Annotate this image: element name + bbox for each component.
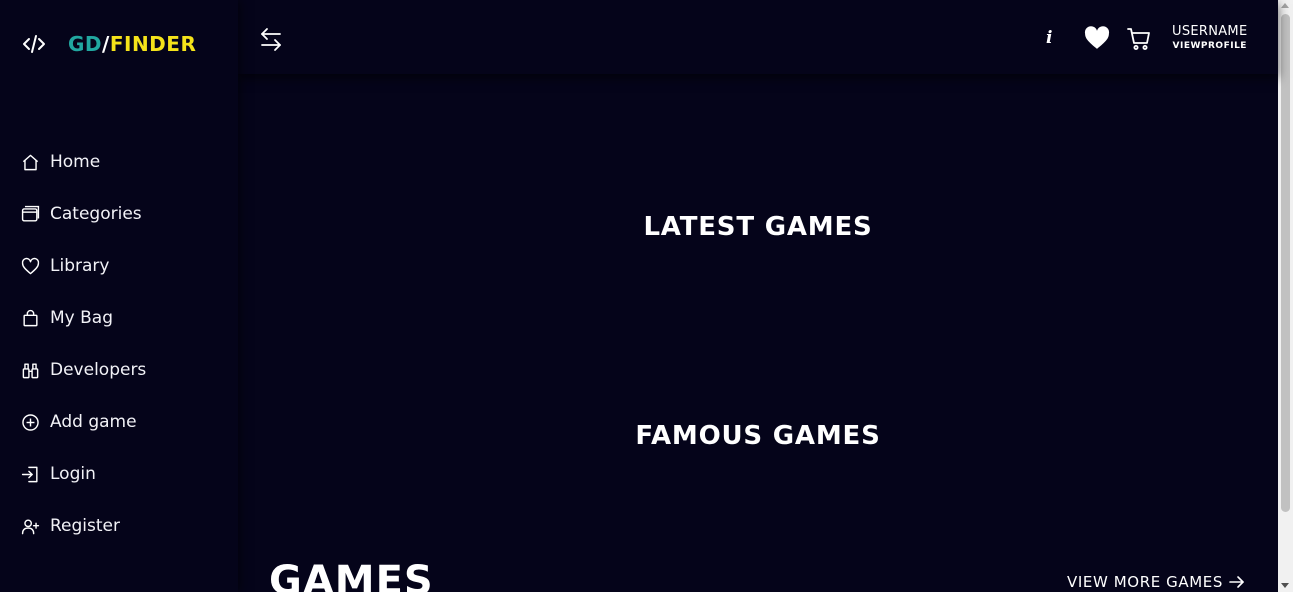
arrow-right-icon	[1229, 576, 1244, 588]
latest-games-title: LATEST GAMES	[643, 212, 873, 242]
scroll-up-arrow-icon[interactable]	[1281, 3, 1289, 8]
user-profile-link[interactable]: USERNAME VIEWPROFILE	[1172, 24, 1247, 51]
view-more-label: VIEW MORE GAMES	[1067, 573, 1224, 591]
sidebar-item-library[interactable]: Library	[20, 240, 146, 292]
heart-outline-icon	[20, 256, 40, 276]
sidebar-item-categories[interactable]: Categories	[20, 188, 146, 240]
games-title: GAMES	[269, 558, 434, 592]
sidebar-item-login[interactable]: Login	[20, 448, 146, 500]
bag-icon	[20, 308, 40, 328]
arrows-left-right-icon[interactable]	[258, 26, 284, 52]
brand-finder: FINDER	[109, 32, 197, 56]
sidebar-item-label: My Bag	[50, 308, 114, 328]
brand-name: GD/FINDER	[68, 32, 196, 56]
categories-icon	[20, 204, 40, 224]
sidebar-item-label: Library	[50, 256, 110, 276]
code-icon	[22, 31, 48, 57]
binoculars-icon	[20, 360, 40, 380]
username: USERNAME	[1172, 24, 1248, 39]
brand-gd: GD	[68, 32, 103, 56]
scrollbar-thumb[interactable]	[1281, 14, 1290, 512]
view-more-games-link[interactable]: VIEW MORE GAMES	[1067, 573, 1245, 591]
sidebar-item-label: Categories	[50, 204, 142, 224]
sidebar-item-home[interactable]: Home	[20, 136, 146, 188]
user-plus-icon	[20, 516, 40, 536]
sidebar-item-label: Add game	[50, 412, 137, 432]
brand[interactable]: GD/FINDER	[22, 30, 196, 58]
sidebar-item-label: Developers	[50, 360, 147, 380]
sidebar-item-label: Register	[50, 516, 120, 536]
login-icon	[20, 464, 40, 484]
view-profile-link[interactable]: VIEWPROFILE	[1172, 41, 1247, 51]
sidebar-item-label: Login	[50, 464, 96, 484]
plus-circle-icon	[20, 412, 40, 432]
home-icon	[20, 152, 40, 172]
sidebar-nav: Home Categories Library My Bag Developer…	[20, 136, 146, 552]
famous-games-title: FAMOUS GAMES	[635, 421, 881, 451]
sidebar: GD/FINDER Home Categories Library My Bag…	[0, 0, 238, 592]
sidebar-item-label: Home	[50, 152, 101, 172]
heart-icon[interactable]	[1084, 26, 1110, 50]
sidebar-item-developers[interactable]: Developers	[20, 344, 146, 396]
sidebar-item-register[interactable]: Register	[20, 500, 146, 552]
cart-icon[interactable]	[1127, 27, 1151, 51]
topbar: i USERNAME VIEWPROFILE	[238, 0, 1278, 74]
info-icon[interactable]: i	[1046, 28, 1052, 48]
scroll-down-arrow-icon[interactable]	[1281, 583, 1289, 588]
sidebar-item-add-game[interactable]: Add game	[20, 396, 146, 448]
sidebar-item-my-bag[interactable]: My Bag	[20, 292, 146, 344]
brand-slash: /	[102, 32, 110, 56]
vertical-scrollbar[interactable]	[1278, 0, 1293, 592]
main-content: LATEST GAMES FAMOUS GAMES GAMES VIEW MOR…	[238, 82, 1278, 592]
